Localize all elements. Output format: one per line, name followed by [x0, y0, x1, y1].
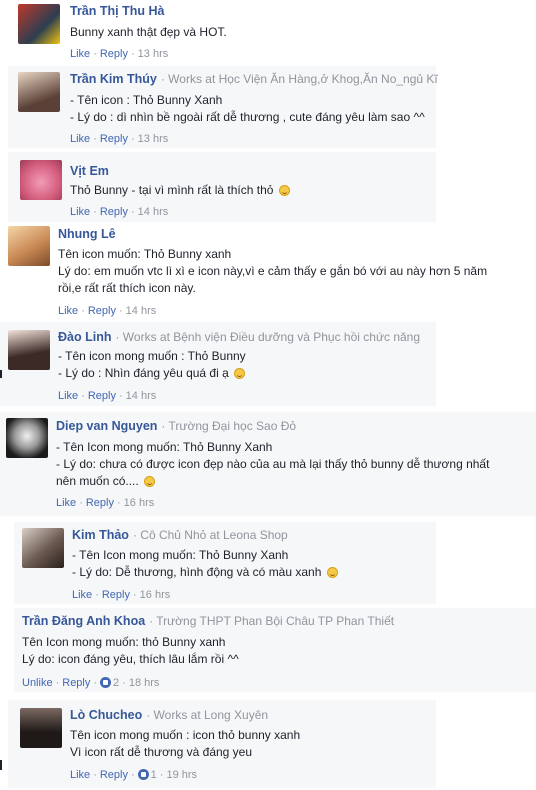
smile-emoji-icon	[278, 185, 290, 196]
reply-link[interactable]: Reply	[86, 497, 114, 509]
comment-actions: Like · Reply · 1 · 19 hrs	[70, 769, 198, 781]
comment-actions: Like · Reply · 14 hrs	[70, 206, 169, 218]
unlike-link[interactable]: Unlike	[22, 677, 53, 689]
comment-actions: Like · Reply · 16 hrs	[56, 497, 155, 509]
reply-link[interactable]: Reply	[88, 390, 116, 402]
comment-actions: Like · Reply · 14 hrs	[58, 390, 157, 402]
commenter-meta: · Cô Chủ Nhỏ at Leona Shop	[132, 528, 288, 542]
avatar[interactable]	[8, 330, 50, 370]
reply-link[interactable]: Reply	[100, 206, 128, 218]
commenter-meta: · Works at Bệnh viện Điều dưỡng và Phục …	[115, 330, 421, 344]
commenter-meta: · Trường THPT Phan Bội Châu TP Phan Thiế…	[149, 614, 395, 628]
reaction-count[interactable]: 1	[151, 769, 157, 781]
smile-emoji-icon	[144, 476, 156, 487]
commenter-name[interactable]: Vịt Em	[70, 164, 109, 178]
timestamp[interactable]: 19 hrs	[166, 769, 197, 781]
commenter-meta: · Works at Học Viện Ăn Hàng,ở Khog,Ăn No…	[160, 72, 438, 86]
like-reaction-icon[interactable]	[100, 677, 112, 688]
timestamp[interactable]: 13 hrs	[138, 133, 169, 145]
reply-link[interactable]: Reply	[100, 133, 128, 145]
smile-emoji-icon	[326, 567, 338, 578]
commenter-name[interactable]: Nhung Lê	[58, 227, 116, 241]
like-link[interactable]: Like	[56, 497, 76, 509]
reply-link[interactable]: Reply	[100, 769, 128, 781]
reply-link[interactable]: Reply	[100, 48, 128, 60]
comment-actions: Like · Reply · 16 hrs	[72, 589, 171, 601]
comment-text: Bunny xanh thật đẹp và HOT.	[70, 25, 227, 39]
edge-mark	[0, 760, 2, 770]
avatar[interactable]	[18, 4, 60, 44]
timestamp[interactable]: 14 hrs	[126, 390, 157, 402]
timestamp[interactable]: 14 hrs	[126, 305, 157, 317]
timestamp[interactable]: 13 hrs	[138, 48, 169, 60]
commenter-meta: · Works at Long Xuyên	[146, 708, 269, 722]
like-link[interactable]: Like	[70, 206, 90, 218]
avatar[interactable]	[20, 708, 62, 748]
smile-emoji-icon	[234, 368, 246, 379]
like-link[interactable]: Like	[72, 589, 92, 601]
comment-text: Thỏ Bunny - tại vì mình rất là thích thỏ	[70, 182, 290, 199]
avatar[interactable]	[18, 72, 60, 112]
commenter-meta: · Trường Đại học Sao Đỏ	[161, 419, 297, 433]
comment-actions: Unlike · Reply · 2 · 18 hrs	[22, 677, 160, 689]
timestamp[interactable]: 18 hrs	[129, 677, 160, 689]
comment-text: - Tên Icon mong muốn: Thỏ Bunny Xanh - Lý…	[72, 547, 338, 581]
timestamp[interactable]: 14 hrs	[138, 206, 169, 218]
comment-text: Tên Icon mong muốn: thỏ Bunny xanh Lý do:…	[22, 635, 239, 666]
comment-actions: Like · Reply · 13 hrs	[70, 133, 169, 145]
like-link[interactable]: Like	[70, 48, 90, 60]
commenter-name[interactable]: Trần Kim Thúy · Works at Học Viện Ăn Hàng…	[70, 72, 438, 86]
comment-text: Tên icon mong muốn : icon thỏ bunny xanh…	[70, 728, 301, 759]
like-link[interactable]: Like	[70, 769, 90, 781]
reaction-count[interactable]: 2	[113, 677, 119, 689]
comment-actions: Like · Reply · 14 hrs	[58, 305, 157, 317]
timestamp[interactable]: 16 hrs	[124, 497, 155, 509]
avatar[interactable]	[6, 418, 48, 458]
edge-mark	[0, 370, 2, 378]
commenter-name[interactable]: Trần Đăng Anh Khoa · Trường THPT Phan Bội…	[22, 614, 394, 628]
comment-text: - Tên icon mong muốn : Thỏ Bunny - Lý do …	[58, 349, 246, 380]
comment-text: Tên icon muốn: Thỏ Bunny xanh Lý do: em m…	[58, 247, 488, 295]
comment-actions: Like · Reply · 13 hrs	[70, 48, 169, 60]
reply-link[interactable]: Reply	[88, 305, 116, 317]
avatar[interactable]	[20, 160, 62, 200]
commenter-name[interactable]: Trần Thị Thu Hà	[70, 4, 164, 18]
comment-text: - Tên Icon mong muốn: Thỏ Bunny Xanh - Lý…	[56, 440, 490, 488]
commenter-name[interactable]: Lò Chucheo · Works at Long Xuyên	[70, 708, 268, 722]
commenter-name[interactable]: Đào Linh · Works at Bệnh viện Điều dưỡng …	[58, 330, 420, 344]
commenter-name[interactable]: Kim Thảo · Cô Chủ Nhỏ at Leona Shop	[72, 528, 288, 542]
avatar[interactable]	[22, 528, 64, 568]
timestamp[interactable]: 16 hrs	[140, 589, 171, 601]
comment-text: - Tên icon : Thỏ Bunny Xanh - Lý do : dì …	[70, 93, 425, 124]
like-link[interactable]: Like	[58, 305, 78, 317]
like-link[interactable]: Like	[58, 390, 78, 402]
commenter-name[interactable]: Diep van Nguyen · Trường Đại học Sao Đỏ	[56, 419, 296, 433]
reply-link[interactable]: Reply	[62, 677, 90, 689]
like-link[interactable]: Like	[70, 133, 90, 145]
avatar[interactable]	[8, 226, 50, 266]
like-reaction-icon[interactable]	[137, 769, 149, 780]
reply-link[interactable]: Reply	[102, 589, 130, 601]
